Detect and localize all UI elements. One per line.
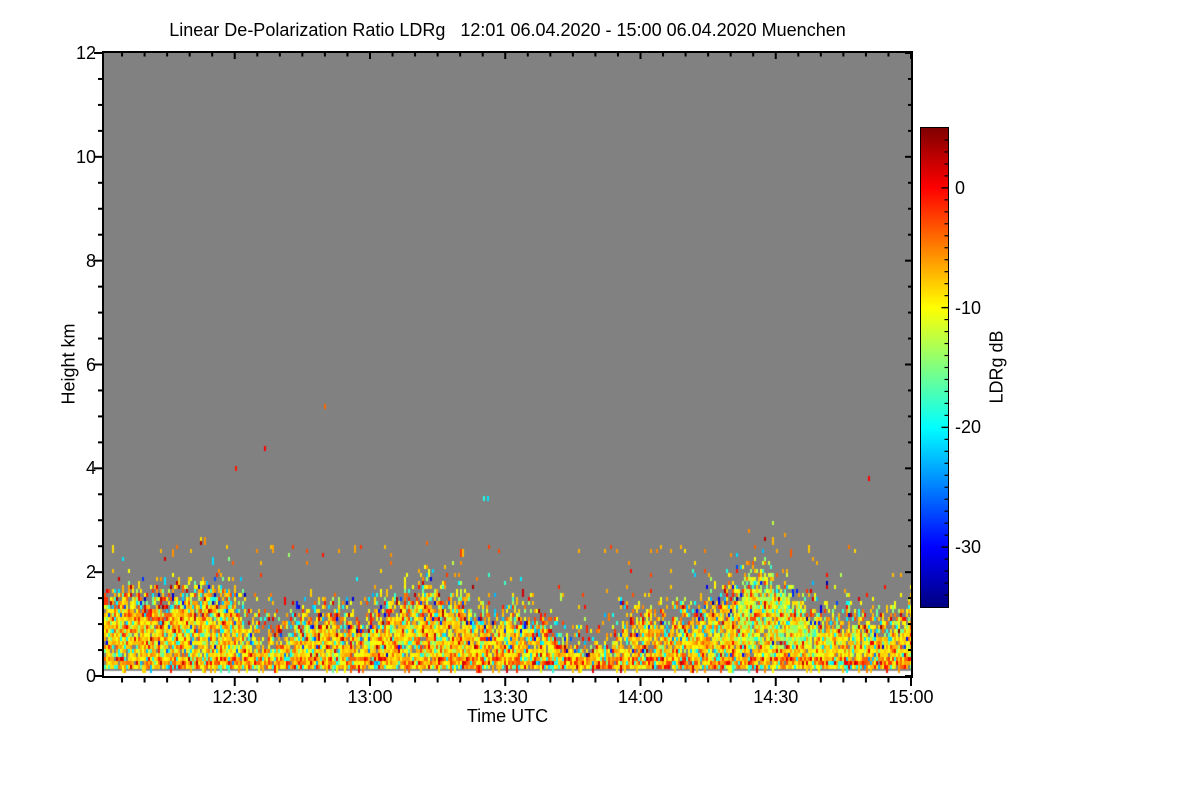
x-tick-label: 13:30 bbox=[482, 687, 528, 707]
x-tick-label: 14:30 bbox=[753, 687, 799, 707]
chart-title: Linear De-Polarization Ratio LDRg 12:01 … bbox=[169, 20, 846, 40]
x-tick-label: 15:00 bbox=[888, 687, 934, 707]
colorbar-label: LDRg dB bbox=[986, 330, 1007, 404]
y-tick-label: 2 bbox=[85, 562, 96, 583]
y-tick-label: 10 bbox=[75, 146, 96, 167]
y-tick-label: 6 bbox=[85, 354, 96, 375]
colorbar-tick-label: -20 bbox=[955, 417, 982, 438]
colorbar-tick-label: -10 bbox=[955, 297, 982, 318]
x-tick-label: 12:30 bbox=[212, 687, 258, 707]
heatmap-canvas bbox=[104, 53, 911, 676]
colorbar bbox=[920, 127, 949, 608]
ldr-time-height-figure: Linear De-Polarization Ratio LDRg 12:01 … bbox=[0, 0, 1200, 800]
x-axis-label: Time UTC bbox=[466, 706, 549, 726]
x-tick-label: 13:00 bbox=[347, 687, 393, 707]
y-tick-label: 0 bbox=[85, 666, 96, 686]
y-tick-label: 4 bbox=[85, 458, 96, 479]
colorbar-gradient bbox=[921, 128, 948, 607]
colorbar-tick-label: -30 bbox=[955, 537, 982, 558]
y-tick-label: 8 bbox=[85, 250, 96, 271]
colorbar-tick-label: 0 bbox=[955, 177, 966, 198]
plot-area bbox=[102, 51, 913, 678]
x-tick-label: 14:00 bbox=[617, 687, 663, 707]
y-tick-label: 12 bbox=[75, 43, 96, 63]
